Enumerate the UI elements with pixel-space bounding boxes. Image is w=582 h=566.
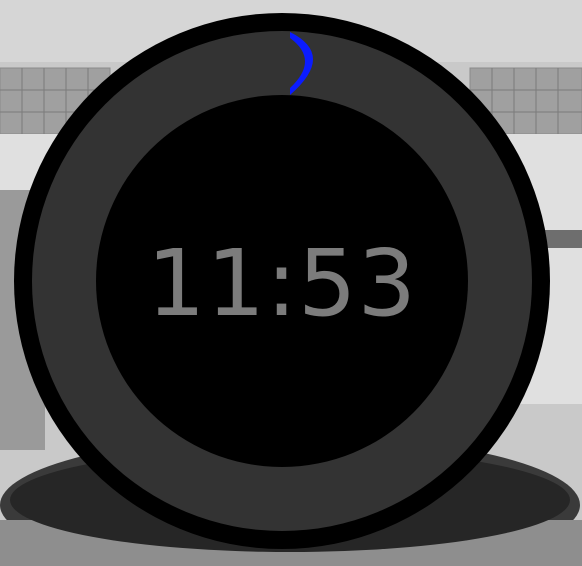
screen: 11:53 bbox=[0, 0, 582, 566]
time-display: 11:53 bbox=[146, 230, 418, 337]
